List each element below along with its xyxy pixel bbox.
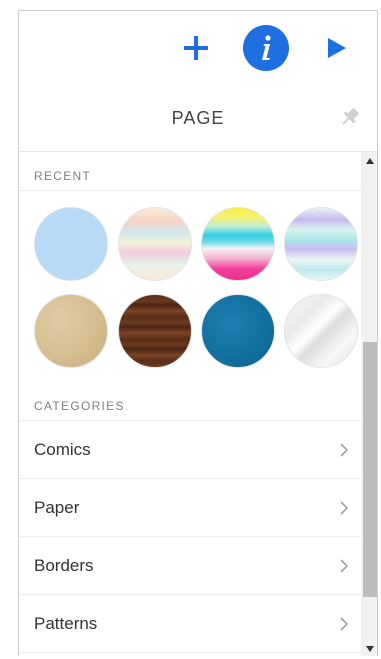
category-label: Comics	[34, 439, 91, 459]
category-list: Comics Paper Borders Patterns	[19, 421, 361, 653]
info-icon	[243, 25, 289, 71]
category-label: Paper	[34, 497, 80, 517]
scroll-down-button[interactable]	[361, 640, 377, 656]
swatch-beige-paper-texture[interactable]	[34, 294, 108, 368]
swatch-light-blue[interactable]	[34, 207, 108, 281]
play-button[interactable]	[312, 24, 360, 72]
category-item-comics[interactable]: Comics	[19, 421, 361, 479]
triangle-down-icon	[366, 645, 374, 652]
play-icon	[328, 38, 346, 58]
toolbar	[19, 11, 377, 86]
add-button[interactable]	[172, 24, 220, 72]
pin-icon	[342, 108, 359, 125]
page-title: PAGE	[171, 108, 225, 128]
swatch-white-marble[interactable]	[284, 294, 358, 368]
chevron-right-icon	[340, 442, 349, 457]
scrollbar-thumb[interactable]	[363, 342, 377, 597]
swatch-teal-blue-texture[interactable]	[201, 294, 275, 368]
category-label: Borders	[34, 555, 94, 575]
plus-icon	[184, 36, 208, 60]
category-item-paper[interactable]: Paper	[19, 479, 361, 537]
page-panel: PAGE RECENT CATEGORIES Comics Paper Bord…	[18, 10, 378, 656]
chevron-right-icon	[340, 558, 349, 573]
content-scroll-area: RECENT CATEGORIES Comics Paper Borders P…	[19, 152, 361, 656]
pin-button[interactable]	[337, 104, 363, 130]
swatch-yellow-cyan-pink-stripes[interactable]	[201, 207, 275, 281]
info-button[interactable]	[242, 24, 290, 72]
chevron-right-icon	[340, 500, 349, 515]
scroll-up-button[interactable]	[361, 152, 377, 169]
category-item-borders[interactable]: Borders	[19, 537, 361, 595]
swatch-lavender-aqua-watercolor[interactable]	[284, 207, 358, 281]
vertical-scrollbar[interactable]	[361, 152, 377, 656]
swatch-dark-wood[interactable]	[118, 294, 192, 368]
chevron-right-icon	[340, 616, 349, 631]
divider	[19, 190, 361, 191]
panel-header: PAGE	[19, 86, 377, 152]
triangle-up-icon	[366, 157, 374, 164]
category-label: Patterns	[34, 613, 98, 633]
swatch-pastel-rainbow-watercolor[interactable]	[118, 207, 192, 281]
category-item-patterns[interactable]: Patterns	[19, 595, 361, 653]
categories-heading: CATEGORIES	[34, 399, 125, 413]
recent-heading: RECENT	[34, 169, 92, 183]
